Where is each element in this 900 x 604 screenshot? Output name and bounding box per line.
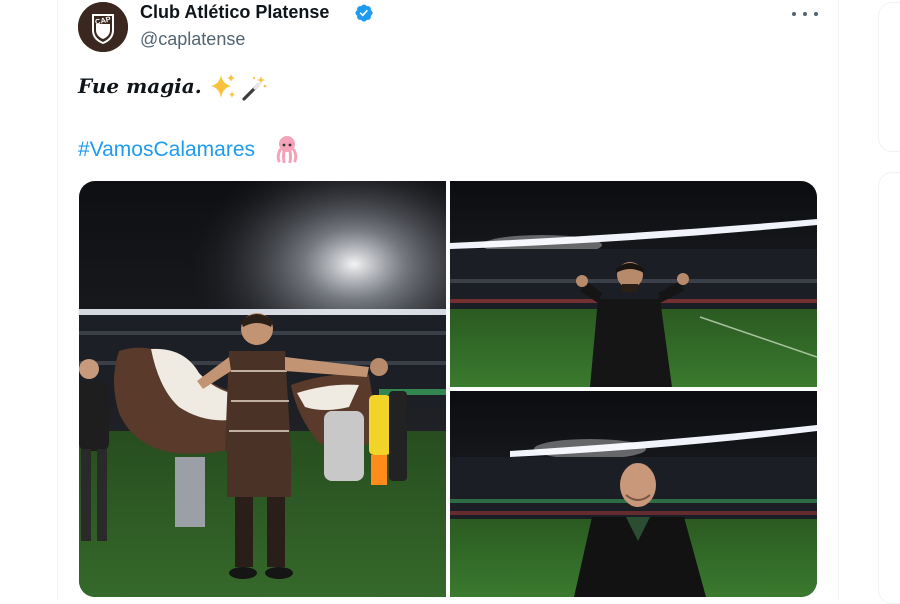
photo-man-in-stadium[interactable]	[450, 391, 817, 597]
avatar[interactable]: CAP	[78, 2, 128, 52]
magic-wand-emoji	[242, 76, 267, 101]
sidebar-card	[878, 2, 900, 152]
tweet-text: Fue magia.	[78, 74, 202, 98]
author-display-name[interactable]: Club Atlético Platense	[140, 2, 329, 23]
media-grid	[79, 181, 817, 597]
photo-players-celebrating[interactable]	[79, 181, 446, 597]
club-crest-icon: CAP	[78, 2, 128, 52]
verified-badge-icon	[355, 4, 373, 22]
more-options-button[interactable]	[792, 4, 818, 24]
sparkles-emoji	[211, 74, 235, 98]
coach-thumbs-up-image	[450, 181, 817, 387]
sidebar-card	[878, 172, 900, 604]
players-celebrating-image	[79, 181, 446, 597]
squid-emoji	[276, 136, 298, 163]
more-options-icon	[792, 12, 796, 16]
hashtag-link[interactable]: #VamosCalamares	[78, 138, 255, 162]
man-in-stadium-image	[450, 391, 817, 597]
photo-coach-thumbs-up[interactable]	[450, 181, 817, 387]
author-handle[interactable]: @caplatense	[140, 29, 245, 50]
